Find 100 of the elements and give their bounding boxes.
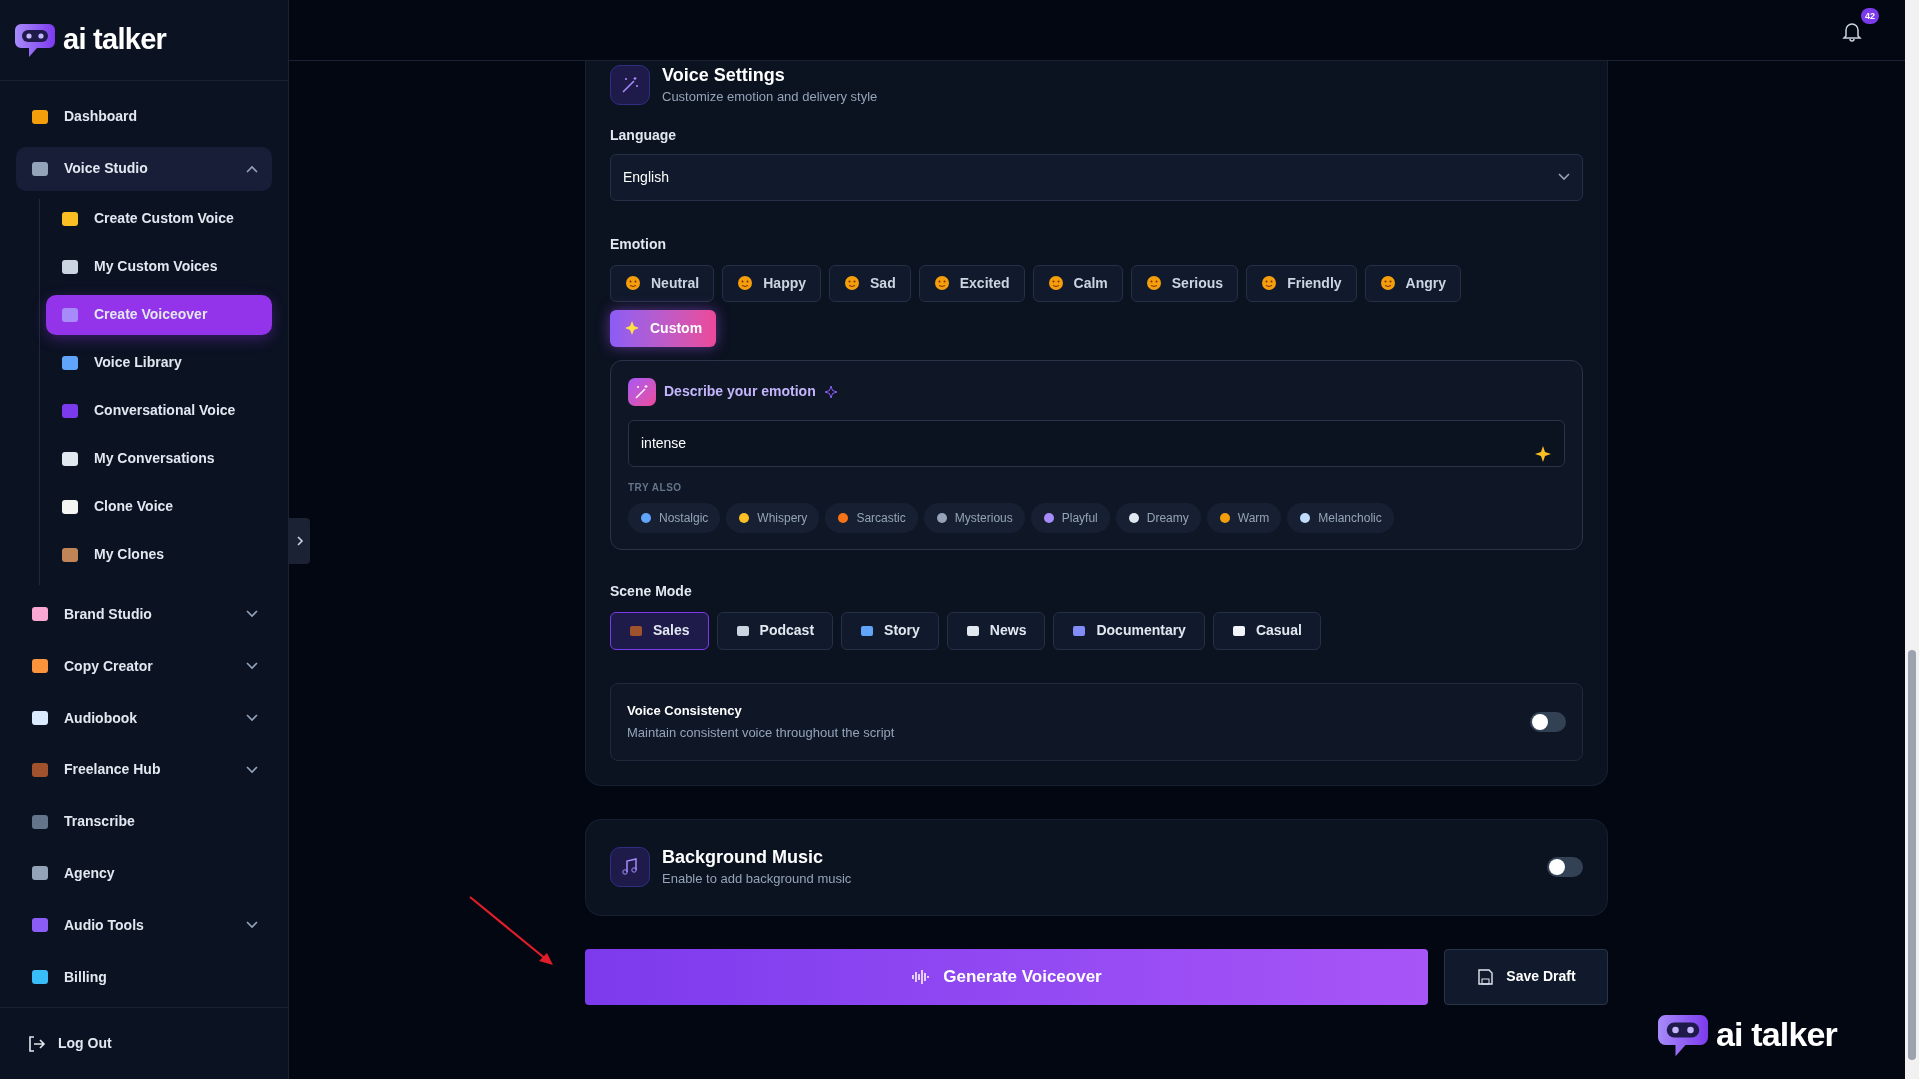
emotion-chip[interactable]: Serious: [1130, 264, 1239, 302]
chevron-down-icon: [246, 765, 258, 774]
suggestion-chip[interactable]: Dreamy: [1115, 502, 1201, 533]
bell-icon: [1841, 20, 1863, 42]
logout-icon: [26, 1033, 46, 1054]
face-icon: [625, 275, 641, 291]
sidebar-item[interactable]: Copy Creator: [16, 644, 272, 689]
chevron-down-icon: [1558, 173, 1570, 181]
collapse-button[interactable]: [289, 518, 310, 564]
chevron-up-icon: [246, 164, 258, 173]
face-icon: [737, 275, 754, 291]
dot-icon: [640, 511, 652, 524]
notification-button[interactable]: 42: [1835, 8, 1879, 52]
scene-chip[interactable]: Podcast: [716, 611, 834, 650]
face-icon: [1261, 275, 1278, 291]
suggestion-chip[interactable]: Whispery: [726, 502, 820, 533]
emotion-chip[interactable]: Neutral: [610, 264, 715, 302]
section-title: Voice Settings: [662, 64, 786, 87]
sidebar-item[interactable]: Dashboard: [16, 95, 272, 139]
square-icon: [1231, 623, 1246, 638]
field-label: Scene Mode: [610, 581, 693, 601]
dot-icon: [837, 511, 850, 524]
suggestion-chip[interactable]: Melancholic: [1287, 502, 1394, 533]
chevron-down-icon: [246, 662, 258, 671]
dot-icon: [1299, 511, 1312, 524]
suggestion-chip[interactable]: Sarcastic: [825, 502, 918, 533]
sidebar-item[interactable]: Conversational Voice: [46, 390, 272, 431]
square-icon: [735, 623, 750, 638]
emotion-chip[interactable]: Custom: [610, 309, 717, 347]
suggestion-chip[interactable]: Playful: [1030, 502, 1110, 533]
emotion-input-field[interactable]: intense: [628, 419, 1565, 467]
emotion-chip[interactable]: Excited: [918, 264, 1025, 302]
generate-button[interactable]: Generate Voiceover: [585, 948, 1428, 1005]
face-icon: [1379, 275, 1396, 291]
emotion-chip[interactable]: Sad: [829, 264, 911, 302]
sparkle-icon: [624, 320, 640, 336]
suggestion-chip[interactable]: Mysterious: [923, 502, 1025, 533]
logout-button[interactable]: Log Out: [26, 1033, 112, 1054]
section-subtitle: Customize emotion and delivery style: [662, 88, 878, 106]
face-icon: [1145, 275, 1162, 291]
dot-icon: [738, 511, 751, 524]
sidebar-item[interactable]: Agency: [16, 851, 272, 896]
brand-name: ai talker: [63, 22, 167, 58]
sidebar-item[interactable]: Freelance Hub: [16, 748, 272, 792]
sidebar-item[interactable]: Voice Library: [46, 342, 272, 383]
emotion-chip[interactable]: Angry: [1364, 264, 1462, 302]
square-icon: [1072, 623, 1087, 638]
sidebar-item[interactable]: My Custom Voices: [46, 246, 272, 287]
emotion-chip[interactable]: Happy: [722, 264, 822, 302]
dot-icon: [935, 511, 948, 524]
section-subtitle: Enable to add background music: [662, 870, 852, 889]
suggestion-chip[interactable]: Nostalgic: [628, 502, 721, 533]
toggle-switch[interactable]: [1530, 711, 1566, 732]
scene-chip[interactable]: Sales: [610, 611, 709, 650]
save-draft-button[interactable]: Save Draft: [1444, 948, 1608, 1005]
section-title: Background Music: [662, 846, 825, 870]
emotion-chip[interactable]: Calm: [1032, 264, 1123, 302]
sidebar-item[interactable]: Voice Studio: [16, 146, 272, 191]
dot-icon: [1127, 511, 1140, 524]
square-icon: [860, 623, 875, 638]
scene-chip[interactable]: Documentary: [1053, 611, 1205, 650]
chevron-down-icon: [246, 610, 258, 619]
sparkle-icon: [823, 384, 838, 399]
sidebar-item[interactable]: Create Custom Voice: [46, 198, 272, 239]
square-icon: [629, 623, 643, 638]
scene-chip[interactable]: Casual: [1212, 611, 1321, 650]
face-icon: [1047, 275, 1064, 291]
dot-icon: [1218, 511, 1231, 524]
sparkle-icon: [1534, 445, 1552, 463]
sidebar-item[interactable]: Brand Studio: [16, 592, 272, 637]
square-icon: [965, 623, 980, 638]
save-icon: [1476, 967, 1495, 986]
toggle-switch[interactable]: [1547, 857, 1583, 877]
dot-icon: [1042, 511, 1055, 524]
sidebar-item[interactable]: Clone Voice: [46, 486, 272, 527]
sidebar-item[interactable]: Create Voiceover: [46, 294, 272, 335]
emotion-chip[interactable]: Friendly: [1246, 264, 1357, 302]
panel-title: Describe your emotion: [664, 382, 816, 401]
section-caption: TRY ALSO: [628, 480, 683, 495]
chevron-down-icon: [246, 921, 258, 930]
waveform-icon: [911, 968, 930, 985]
sidebar-item[interactable]: Billing: [16, 955, 272, 999]
sidebar-item[interactable]: My Clones: [46, 534, 272, 575]
wand-icon: [628, 377, 656, 406]
chevron-down-icon: [246, 714, 258, 723]
sidebar-item[interactable]: Audiobook: [16, 696, 272, 740]
face-icon: [933, 275, 950, 291]
sidebar-item[interactable]: Audio Tools: [16, 903, 272, 948]
field-label: Language: [610, 125, 678, 145]
scene-chip[interactable]: News: [946, 611, 1046, 650]
language-select[interactable]: English: [610, 153, 1583, 201]
scene-chip[interactable]: Story: [841, 611, 939, 650]
sidebar-item[interactable]: My Conversations: [46, 438, 272, 479]
setting-subtitle: Maintain consistent voice throughout the script: [627, 724, 895, 742]
music-note-icon: [610, 847, 650, 887]
scrollbar[interactable]: [1905, 0, 1919, 1079]
sidebar-item[interactable]: Transcribe: [16, 799, 272, 844]
wand-icon: [610, 64, 650, 105]
setting-title: Voice Consistency: [627, 701, 743, 720]
suggestion-chip[interactable]: Warm: [1206, 502, 1282, 533]
